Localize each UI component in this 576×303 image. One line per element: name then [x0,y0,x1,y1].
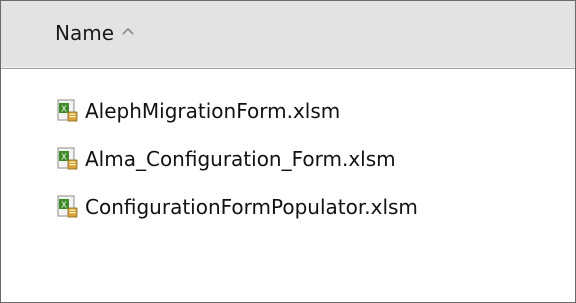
svg-text:X: X [61,153,67,162]
svg-text:X: X [61,105,67,114]
file-row[interactable]: X ConfigurationFormPopulator.xlsm [1,183,575,231]
file-name: Alma_Configuration_Form.xlsm [85,147,396,171]
sort-ascending-icon [122,28,134,35]
excel-macro-file-icon: X [57,195,78,218]
excel-macro-file-icon: X [57,99,78,122]
file-name: AlephMigrationForm.xlsm [85,99,341,123]
column-header-bar: Name [1,1,575,69]
file-name: ConfigurationFormPopulator.xlsm [85,195,418,219]
name-column-label: Name [55,21,115,45]
name-column-header[interactable]: Name [1,1,575,68]
excel-macro-file-icon: X [57,147,78,170]
svg-text:X: X [61,201,67,210]
file-row[interactable]: X Alma_Configuration_Form.xlsm [1,135,575,183]
file-row[interactable]: X AlephMigrationForm.xlsm [1,87,575,135]
file-list-window: Name X AlephMigrationForm.xlsm X Alma_Co… [0,0,576,303]
